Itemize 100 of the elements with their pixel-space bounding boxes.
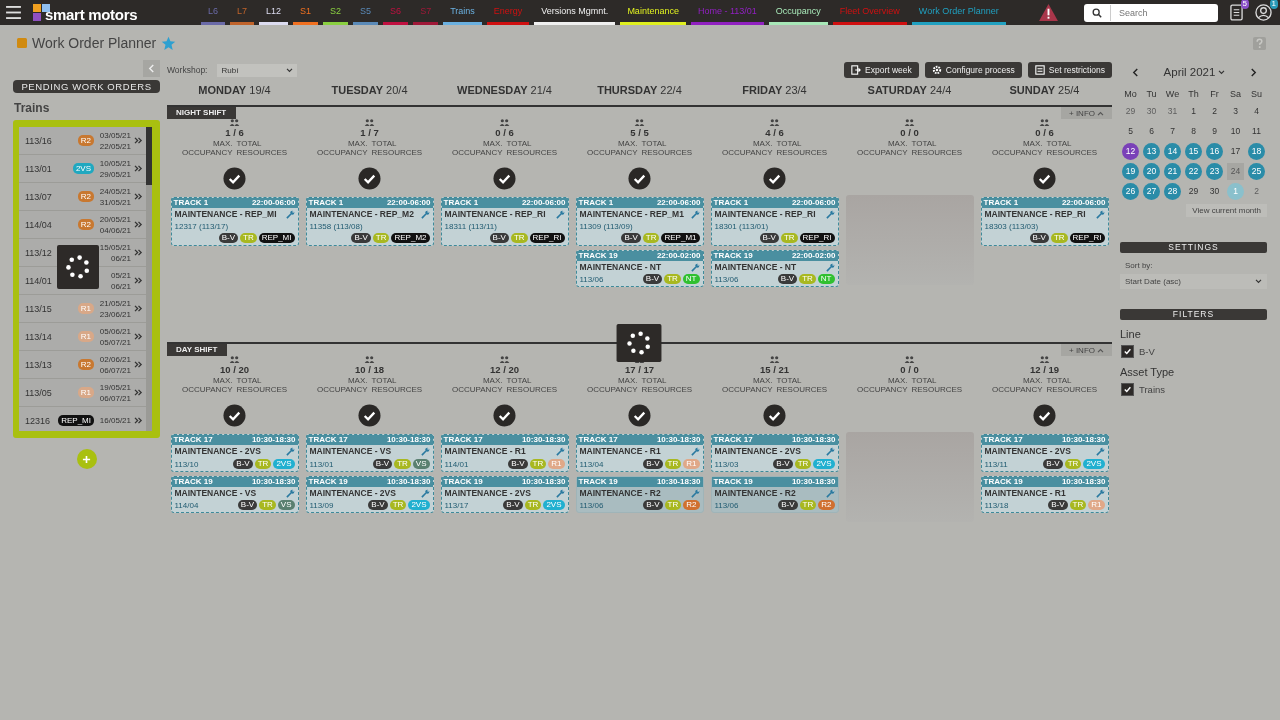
nav-tab[interactable]: Work Order Planner [911, 0, 1006, 25]
info-toggle[interactable]: + INFO [1061, 107, 1112, 119]
wrench-icon[interactable] [555, 488, 565, 498]
double-chevron-icon[interactable] [134, 417, 143, 424]
double-chevron-icon[interactable] [134, 137, 143, 144]
nav-tab[interactable]: Maintenance [620, 0, 686, 25]
wrench-icon[interactable] [1095, 210, 1105, 219]
work-order-card[interactable]: TRACK 19 10:30-18:30 MAINTENANCE - R1 113/18 B-V TR R1 [980, 475, 1109, 513]
wrench-icon[interactable] [825, 210, 835, 219]
user-icon[interactable] [1255, 4, 1272, 21]
wrench-icon[interactable] [690, 210, 700, 219]
document-icon[interactable] [1230, 4, 1243, 21]
work-order-card[interactable]: TRACK 1 22:00-06:00 MAINTENANCE - REP_RI 18301 (113/01) B-V TR REP_RI [710, 197, 839, 246]
work-order-card[interactable]: TRACK 17 10:30-18:30 MAINTENANCE - 2VS 113/11 B-V TR 2VS [980, 434, 1109, 472]
work-order-row[interactable]: 113/01 2VS 10/05/21 29/05/21 [19, 155, 146, 183]
check-icon[interactable] [358, 404, 381, 427]
calendar-day[interactable]: 17 [1227, 143, 1244, 160]
calendar-day[interactable]: 22 [1185, 163, 1202, 180]
workshop-select[interactable]: Rubí [217, 63, 298, 77]
month-selector[interactable]: April 2021 [1163, 66, 1226, 78]
calendar-day[interactable]: 28 [1164, 183, 1181, 200]
calendar-day[interactable]: 13 [1143, 143, 1160, 160]
calendar-day[interactable]: 2 [1248, 183, 1265, 200]
work-order-card[interactable]: TRACK 19 10:30-18:30 MAINTENANCE - 2VS 113/09 B-V TR 2VS [305, 475, 434, 513]
menu-icon[interactable] [6, 6, 21, 19]
calendar-day[interactable]: 3 [1227, 103, 1244, 120]
work-order-card[interactable]: TRACK 19 10:30-18:30 MAINTENANCE - VS 114/04 B-V TR VS [170, 475, 299, 513]
calendar-day[interactable]: 21 [1164, 163, 1181, 180]
work-order-card[interactable]: TRACK 19 10:30-18:30 MAINTENANCE - R2 113/06 B-V TR R2 [710, 475, 839, 513]
work-order-card[interactable]: TRACK 1 22:00-06:00 MAINTENANCE - REP_RI 18303 (113/03) B-V TR REP_RI [980, 197, 1109, 246]
wrench-icon[interactable] [420, 210, 430, 219]
calendar-day[interactable]: 31 [1164, 103, 1181, 120]
check-icon[interactable] [223, 404, 246, 427]
nav-tab[interactable]: S5 [353, 0, 379, 25]
wrench-icon[interactable] [285, 447, 295, 456]
calendar-day[interactable]: 16 [1206, 143, 1223, 160]
calendar-day[interactable]: 8 [1185, 123, 1202, 140]
double-chevron-icon[interactable] [134, 305, 143, 312]
calendar-day[interactable]: 25 [1248, 163, 1265, 180]
calendar-day[interactable]: 23 [1206, 163, 1223, 180]
calendar-day[interactable]: 6 [1143, 123, 1160, 140]
calendar-day[interactable]: 19 [1122, 163, 1139, 180]
work-order-card[interactable]: TRACK 17 10:30-18:30 MAINTENANCE - VS 113/01 B-V TR VS [305, 434, 434, 472]
nav-tab[interactable]: Versions Mgmnt. [534, 0, 616, 25]
double-chevron-icon[interactable] [134, 193, 143, 200]
calendar-day[interactable]: 12 [1122, 143, 1139, 160]
info-toggle[interactable]: + INFO [1061, 344, 1112, 356]
check-icon[interactable] [763, 404, 786, 427]
sort-select[interactable]: Start Date (asc) [1120, 274, 1267, 289]
check-icon[interactable] [763, 167, 786, 190]
toolbar-button[interactable]: Set restrictions [1027, 62, 1112, 78]
calendar-day[interactable]: 20 [1143, 163, 1160, 180]
view-current-month-button[interactable]: View current month [1186, 204, 1267, 217]
chevron-left-icon[interactable] [1132, 67, 1139, 77]
calendar-day[interactable]: 15 [1185, 143, 1202, 160]
work-order-card[interactable]: TRACK 19 22:00-02:00 MAINTENANCE - NT 113/06 B-V TR NT [710, 249, 839, 287]
calendar-day[interactable]: 7 [1164, 123, 1181, 140]
calendar-day[interactable]: 4 [1248, 103, 1265, 120]
work-order-card[interactable]: TRACK 17 10:30-18:30 MAINTENANCE - R1 114/01 B-V TR R1 [440, 434, 569, 472]
work-order-card[interactable]: TRACK 17 10:30-18:30 MAINTENANCE - R1 113/04 B-V TR R1 [575, 434, 704, 472]
toolbar-button[interactable]: Configure process [924, 62, 1022, 78]
checkbox[interactable] [1121, 383, 1134, 396]
calendar-day[interactable]: 18 [1248, 143, 1265, 160]
wrench-icon[interactable] [690, 262, 700, 272]
nav-tab[interactable]: Trains [443, 0, 482, 25]
calendar-day[interactable]: 29 [1185, 183, 1202, 200]
check-icon[interactable] [628, 404, 651, 427]
warning-icon[interactable] [1039, 4, 1058, 21]
calendar-day[interactable]: 14 [1164, 143, 1181, 160]
wrench-icon[interactable] [555, 210, 565, 219]
work-order-card[interactable]: TRACK 1 22:00-06:00 MAINTENANCE - REP_MI 12317 (113/17) B-V TR REP_MI [170, 197, 299, 246]
check-icon[interactable] [1033, 404, 1056, 427]
double-chevron-icon[interactable] [134, 389, 143, 396]
wrench-icon[interactable] [285, 210, 295, 219]
nav-tab[interactable]: L7 [230, 0, 255, 25]
check-icon[interactable] [223, 167, 246, 190]
work-order-card[interactable]: TRACK 19 10:30-18:30 MAINTENANCE - R2 113/06 B-V TR R2 [575, 475, 704, 513]
wrench-icon[interactable] [1095, 447, 1105, 456]
double-chevron-icon[interactable] [134, 249, 143, 256]
wrench-icon[interactable] [420, 488, 430, 498]
work-order-card[interactable]: TRACK 1 22:00-06:00 MAINTENANCE - REP_M1 11309 (113/09) B-V TR REP_M1 [575, 197, 704, 246]
wrench-icon[interactable] [1095, 488, 1105, 498]
wrench-icon[interactable] [690, 447, 700, 456]
calendar-day[interactable]: 29 [1122, 103, 1139, 120]
wrench-icon[interactable] [555, 447, 565, 456]
search-input[interactable]: Search [1110, 4, 1218, 21]
nav-tab[interactable]: S1 [293, 0, 319, 25]
work-order-card[interactable]: TRACK 19 22:00-02:00 MAINTENANCE - NT 113/06 B-V TR NT [575, 249, 704, 287]
calendar-day[interactable]: 2 [1206, 103, 1223, 120]
check-icon[interactable] [628, 167, 651, 190]
double-chevron-icon[interactable] [134, 165, 143, 172]
work-order-card[interactable]: TRACK 1 22:00-06:00 MAINTENANCE - REP_RI 18311 (113/11) B-V TR REP_RI [440, 197, 569, 246]
search-field[interactable]: Search [1084, 3, 1218, 22]
calendar-day[interactable]: 27 [1143, 183, 1160, 200]
work-order-card[interactable]: TRACK 17 10:30-18:30 MAINTENANCE - 2VS 113/10 B-V TR 2VS [170, 434, 299, 472]
calendar-day[interactable]: 26 [1122, 183, 1139, 200]
wrench-icon[interactable] [825, 262, 835, 272]
calendar-day[interactable]: 5 [1122, 123, 1139, 140]
calendar-day[interactable]: 10 [1227, 123, 1244, 140]
double-chevron-icon[interactable] [134, 333, 143, 340]
